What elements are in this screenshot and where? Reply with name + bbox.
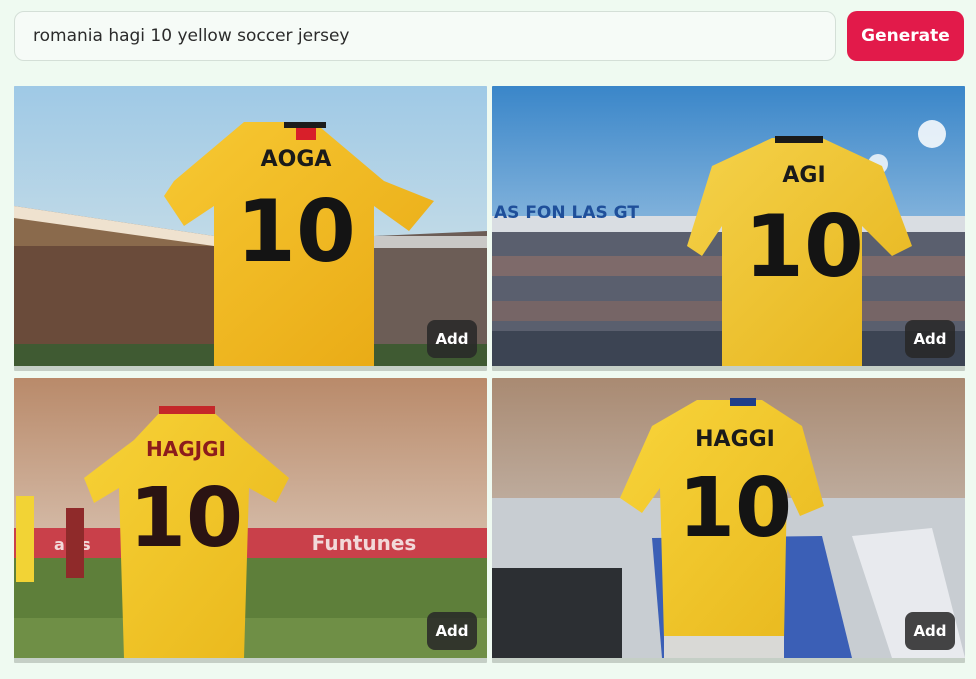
search-input[interactable] <box>31 25 835 47</box>
jersey-number-text: 10 <box>129 471 243 566</box>
generate-button[interactable]: Generate <box>847 11 964 61</box>
jersey-name-text: HAGGI <box>695 427 775 452</box>
jersey-image-4: HAGGI 10 <box>492 378 965 658</box>
result-image-1[interactable]: AOGA 10 Add <box>14 86 487 371</box>
jersey-number-text: 10 <box>678 461 792 556</box>
search-bar[interactable] <box>14 11 836 61</box>
result-image-4[interactable]: HAGGI 10 Add <box>492 378 965 663</box>
result-image-3[interactable]: Funtunes ales HAGJGI 10 Add <box>14 378 487 663</box>
add-button[interactable]: Add <box>427 320 477 358</box>
jersey-name-text: AGI <box>782 163 825 188</box>
jersey-image-1: AOGA 10 <box>14 86 487 366</box>
add-button[interactable]: Add <box>905 612 955 650</box>
add-button[interactable]: Add <box>427 612 477 650</box>
jersey-image-3: Funtunes ales HAGJGI 10 <box>14 378 487 658</box>
result-image-2[interactable]: AS FON LAS GT AGI 10 Add <box>492 86 965 371</box>
jersey-name-text: HAGJGI <box>146 437 226 461</box>
board-text: Funtunes <box>312 531 417 555</box>
jersey-name-text: AOGA <box>261 147 332 172</box>
stadium-banner-text: AS FON LAS GT <box>494 203 639 223</box>
jersey-number-text: 10 <box>744 197 864 297</box>
image-generator-app: Generate AOGA <box>0 0 976 679</box>
jersey-number-text: 10 <box>236 182 356 282</box>
jersey-image-2: AS FON LAS GT AGI 10 <box>492 86 965 366</box>
add-button[interactable]: Add <box>905 320 955 358</box>
